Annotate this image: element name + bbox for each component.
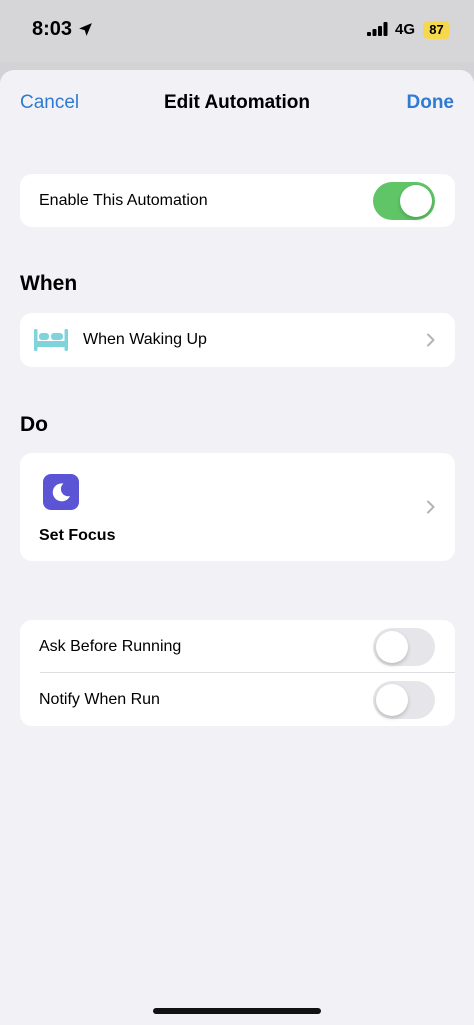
toggle-knob — [376, 684, 408, 716]
page-title: Edit Automation — [164, 92, 310, 113]
moon-icon — [43, 474, 79, 510]
when-trigger-row[interactable]: When Waking Up — [20, 313, 455, 367]
network-type: 4G — [395, 21, 416, 38]
cellular-signal-icon — [367, 22, 388, 36]
home-indicator — [153, 1008, 321, 1014]
do-action-label: Set Focus — [39, 527, 116, 544]
when-trigger-label: When Waking Up — [83, 331, 207, 348]
ask-before-running-label: Ask Before Running — [39, 638, 182, 655]
toggle-knob — [400, 185, 432, 217]
status-bar: 8:03 4G 87 — [0, 0, 474, 62]
location-arrow-icon — [79, 23, 92, 36]
enable-automation-toggle[interactable] — [373, 182, 435, 220]
status-time: 8:03 — [32, 18, 73, 40]
edit-automation-sheet: Cancel Edit Automation Done Enable This … — [0, 70, 474, 1025]
chevron-right-icon — [427, 500, 435, 514]
divider — [40, 672, 455, 673]
when-section-header: When — [20, 272, 78, 295]
bed-icon — [34, 329, 68, 351]
run-options-card: Ask Before Running Notify When Run — [20, 620, 455, 726]
enable-automation-label: Enable This Automation — [39, 192, 208, 209]
enable-automation-row: Enable This Automation — [20, 174, 455, 227]
ask-before-running-toggle[interactable] — [373, 628, 435, 666]
notify-when-run-toggle[interactable] — [373, 681, 435, 719]
do-section-header: Do — [20, 413, 48, 436]
battery-level-badge: 87 — [423, 21, 450, 39]
do-action-row[interactable]: Set Focus — [20, 453, 455, 561]
notify-when-run-label: Notify When Run — [39, 691, 160, 708]
toggle-knob — [376, 631, 408, 663]
chevron-right-icon — [427, 333, 435, 347]
done-button[interactable]: Done — [407, 92, 455, 114]
